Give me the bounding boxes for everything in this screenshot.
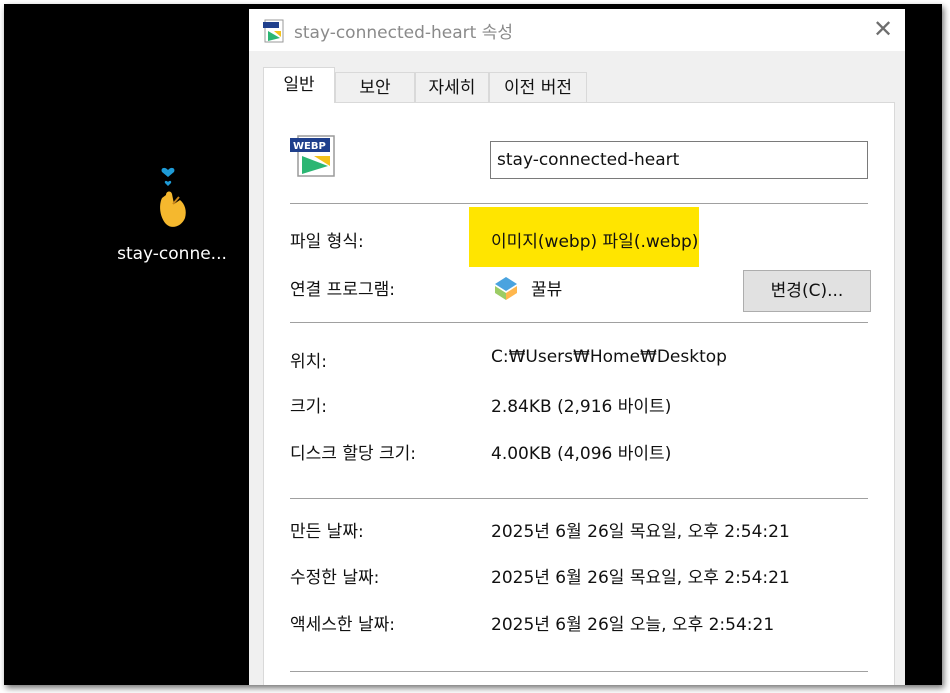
accessed-label: 액세스한 날짜: <box>290 615 395 635</box>
close-button[interactable]: ✕ <box>869 15 897 43</box>
tab-details[interactable]: 자세히 <box>415 72 489 102</box>
accessed-value: 2025년 6월 26일 오늘, 오후 2:54:21 <box>491 615 775 635</box>
created-value: 2025년 6월 26일 목요일, 오후 2:54:21 <box>491 522 790 542</box>
tab-general[interactable]: 일반 <box>263 67 335 103</box>
size-on-disk-value: 4.00KB (4,096 바이트) <box>491 444 672 464</box>
opens-with-label: 연결 프로그램: <box>290 280 395 300</box>
size-label: 크기: <box>290 397 328 417</box>
webp-file-icon: WEBP <box>290 135 335 177</box>
file-name-input[interactable] <box>490 141 868 179</box>
change-program-button[interactable]: 변경(C)... <box>743 270 871 312</box>
separator <box>290 322 868 323</box>
location-label: 위치: <box>290 352 328 372</box>
location-value: C:₩Users₩Home₩Desktop <box>491 347 727 367</box>
tab-previous-versions[interactable]: 이전 버전 <box>489 72 587 102</box>
separator <box>290 498 868 499</box>
honeyview-icon <box>495 277 517 300</box>
size-value: 2.84KB (2,916 바이트) <box>491 397 672 417</box>
desktop-file-label: stay-conne... <box>117 244 227 264</box>
tab-security[interactable]: 보안 <box>335 72 415 102</box>
created-label: 만든 날짜: <box>290 522 364 542</box>
file-type-label: 파일 형식: <box>290 232 364 252</box>
properties-dialog: stay-connected-heart 속성 ✕ 일반 보안 자세히 이전 버… <box>249 9 905 685</box>
desktop-file-icon[interactable]: stay-conne... <box>104 164 240 274</box>
file-type-badge: WEBP <box>293 141 326 152</box>
separator <box>290 671 868 672</box>
size-on-disk-label: 디스크 할당 크기: <box>290 444 417 464</box>
opens-with-value: 꿀뷰 <box>531 280 563 300</box>
file-type-value: 이미지(webp) 파일(.webp) <box>491 232 699 252</box>
title-bar[interactable]: stay-connected-heart 속성 ✕ <box>249 9 905 51</box>
finger-heart-icon <box>160 167 186 227</box>
modified-value: 2025년 6월 26일 목요일, 오후 2:54:21 <box>491 568 790 588</box>
webp-file-icon <box>263 19 284 43</box>
screenshot-frame: stay-conne... stay-connected-heart 속성 ✕ … <box>4 4 942 685</box>
modified-label: 수정한 날짜: <box>290 568 380 588</box>
general-panel: WEBP 파일 형식: 이미지(webp) 파일(.webp) 연결 프로그램:… <box>263 102 895 685</box>
separator <box>290 203 868 204</box>
window-title: stay-connected-heart 속성 <box>294 23 513 43</box>
